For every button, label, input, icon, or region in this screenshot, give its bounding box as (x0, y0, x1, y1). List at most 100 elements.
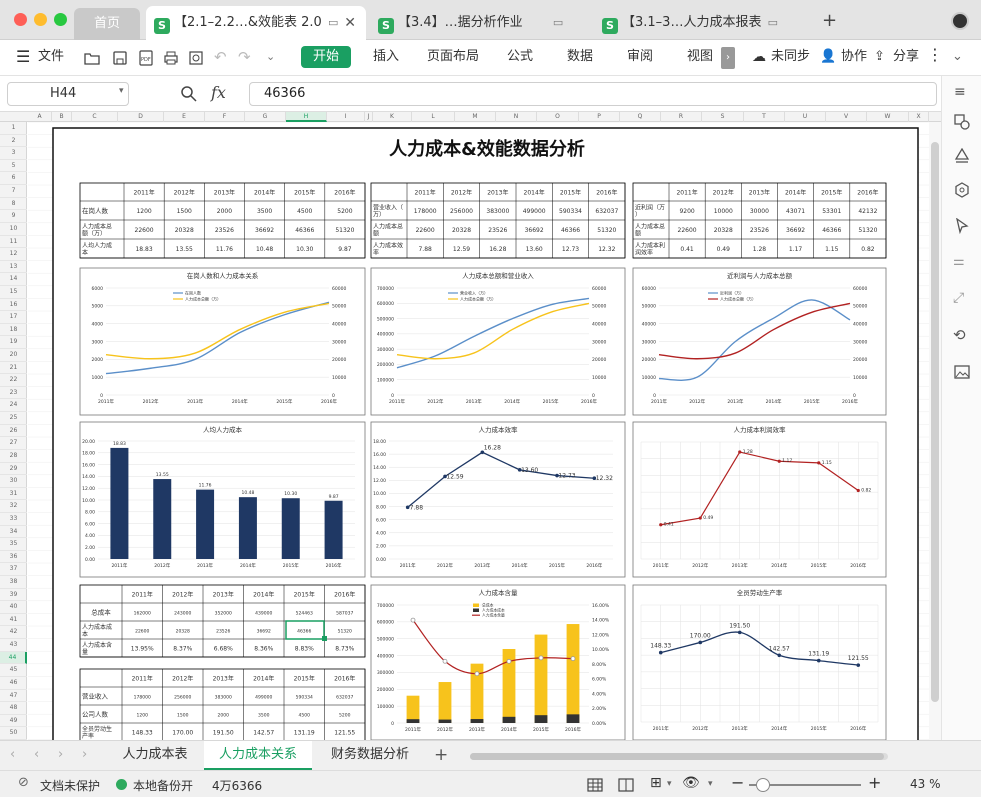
row-header[interactable]: 39 (0, 589, 27, 602)
history-icon[interactable]: ⟲ (953, 326, 966, 344)
zoom-search-icon[interactable] (180, 85, 198, 103)
sheet-tab-1[interactable]: 人力成本表 (108, 741, 202, 770)
more-menus-button[interactable]: › (721, 47, 735, 69)
settings-hex-icon[interactable] (954, 182, 970, 198)
print-icon[interactable] (163, 50, 179, 66)
row-header[interactable]: 25 (0, 412, 27, 425)
protect-status[interactable]: 文档未保护 (40, 777, 100, 794)
row-header[interactable]: 34 (0, 526, 27, 539)
row-header[interactable]: 13 (0, 261, 27, 274)
row-header[interactable]: 14 (0, 273, 27, 286)
minimize-window-button[interactable] (34, 13, 47, 26)
column-header[interactable]: L (412, 112, 455, 122)
row-header[interactable]: 2 (0, 135, 27, 148)
menu-file[interactable]: 文件 (38, 48, 64, 66)
menu-review[interactable]: 审阅 (627, 48, 653, 66)
menu-data[interactable]: 数据 (567, 48, 593, 66)
row-header[interactable]: 19 (0, 336, 27, 350)
row-header[interactable]: 3 (0, 147, 27, 160)
preview-icon[interactable] (188, 50, 204, 66)
row-header[interactable]: 46 (0, 677, 27, 690)
row-header[interactable]: 6 (0, 172, 27, 186)
horizontal-scrollbar[interactable] (470, 753, 888, 760)
first-sheet-icon[interactable]: ‹ (10, 747, 15, 762)
row-header[interactable]: 32 (0, 500, 27, 513)
row-header[interactable]: 47 (0, 690, 27, 703)
zoom-slider-handle[interactable] (756, 778, 770, 792)
menu-insert[interactable]: 插入 (373, 48, 399, 66)
menu-page-layout[interactable]: 页面布局 (427, 48, 479, 66)
zoom-out-button[interactable]: − (731, 773, 744, 792)
more-options-icon[interactable]: ⋮ (927, 46, 943, 64)
name-box[interactable]: H44 (7, 82, 129, 106)
maximize-window-button[interactable] (54, 13, 67, 26)
column-header[interactable]: K (373, 112, 412, 122)
close-tab-icon[interactable]: ✕ (344, 6, 356, 40)
last-sheet-icon[interactable]: › (82, 747, 87, 762)
row-header[interactable]: 15 (0, 286, 27, 299)
vertical-scrollbar[interactable] (929, 122, 941, 740)
column-header[interactable]: U (785, 112, 826, 122)
tab-document-3[interactable]: S 【3.1–3…人力成本报表 ▭ (602, 6, 802, 40)
row-header[interactable]: 42 (0, 626, 27, 640)
row-header[interactable]: 27 (0, 437, 27, 450)
column-header[interactable]: B (52, 112, 72, 122)
backup-status[interactable]: 本地备份开 (133, 777, 193, 794)
function-icon[interactable]: fx (211, 83, 226, 102)
tab-document-1[interactable]: S 【2.1–2.2…&效能表 2.0 ▭ ✕ (146, 6, 366, 40)
column-header[interactable]: W (867, 112, 909, 122)
row-header[interactable]: 9 (0, 210, 27, 223)
row-header[interactable]: 17 (0, 311, 27, 324)
eye-dropdown-icon[interactable]: ▾ (708, 779, 713, 789)
add-sheet-button[interactable]: + (434, 745, 448, 765)
tab-document-2[interactable]: S 【3.4】…据分析作业 ▭ (378, 6, 588, 40)
menu-view[interactable]: 视图 (687, 48, 713, 66)
folder-icon[interactable] (84, 50, 100, 66)
row-header[interactable]: 8 (0, 198, 27, 211)
column-header[interactable]: S (702, 112, 744, 122)
menu-formulas[interactable]: 公式 (507, 48, 533, 66)
new-tab-button[interactable]: + (822, 10, 837, 31)
pdf-export-icon[interactable]: PDF (138, 50, 154, 66)
adjust-icon[interactable]: ⚌ (953, 254, 965, 269)
row-header[interactable]: 40 (0, 601, 27, 614)
column-header[interactable]: M (455, 112, 496, 122)
row-header[interactable]: 31 (0, 488, 27, 501)
row-header[interactable]: 22 (0, 374, 27, 387)
sheet-tab-2[interactable]: 人力成本关系 (204, 741, 312, 770)
page-break-view-icon[interactable]: ⊞ (650, 775, 662, 791)
row-header[interactable]: 44 (0, 651, 27, 665)
user-avatar[interactable] (951, 12, 969, 30)
column-header[interactable]: V (826, 112, 867, 122)
shapes-icon[interactable] (954, 114, 970, 130)
column-header[interactable]: N (496, 112, 537, 122)
row-header[interactable]: 7 (0, 185, 27, 198)
hamburger-menu-icon[interactable]: ☰ (16, 48, 30, 66)
save-icon[interactable] (112, 50, 128, 66)
row-header[interactable]: 1 (0, 122, 27, 135)
row-header[interactable]: 16 (0, 299, 27, 312)
column-header[interactable]: Q (620, 112, 661, 122)
column-header[interactable]: X (909, 112, 929, 122)
column-header[interactable]: I (327, 112, 365, 122)
prev-sheet-icon[interactable]: ‹ (34, 747, 39, 762)
row-header[interactable]: 5 (0, 160, 27, 173)
sheet-tab-3[interactable]: 财务数据分析 (316, 741, 424, 770)
formula-input[interactable]: 46366 (249, 82, 937, 106)
column-header[interactable]: F (205, 112, 245, 122)
resize-icon[interactable]: ⤢ (953, 290, 964, 306)
tab-home[interactable]: 首页 (74, 8, 140, 40)
column-header[interactable]: E (164, 112, 205, 122)
next-sheet-icon[interactable]: › (58, 747, 63, 762)
row-header[interactable]: 36 (0, 551, 27, 564)
share-button[interactable]: 分享 (893, 48, 919, 66)
column-header[interactable]: H (286, 112, 327, 122)
zoom-level[interactable]: 43 % (910, 777, 941, 791)
style-icon[interactable] (954, 148, 970, 164)
scroll-thumb[interactable] (931, 142, 939, 702)
image-icon[interactable] (954, 364, 970, 380)
column-header[interactable]: C (72, 112, 118, 122)
zoom-in-button[interactable]: + (868, 773, 881, 792)
column-header[interactable]: O (537, 112, 579, 122)
more-dropdown-icon[interactable]: ⌄ (266, 48, 275, 66)
